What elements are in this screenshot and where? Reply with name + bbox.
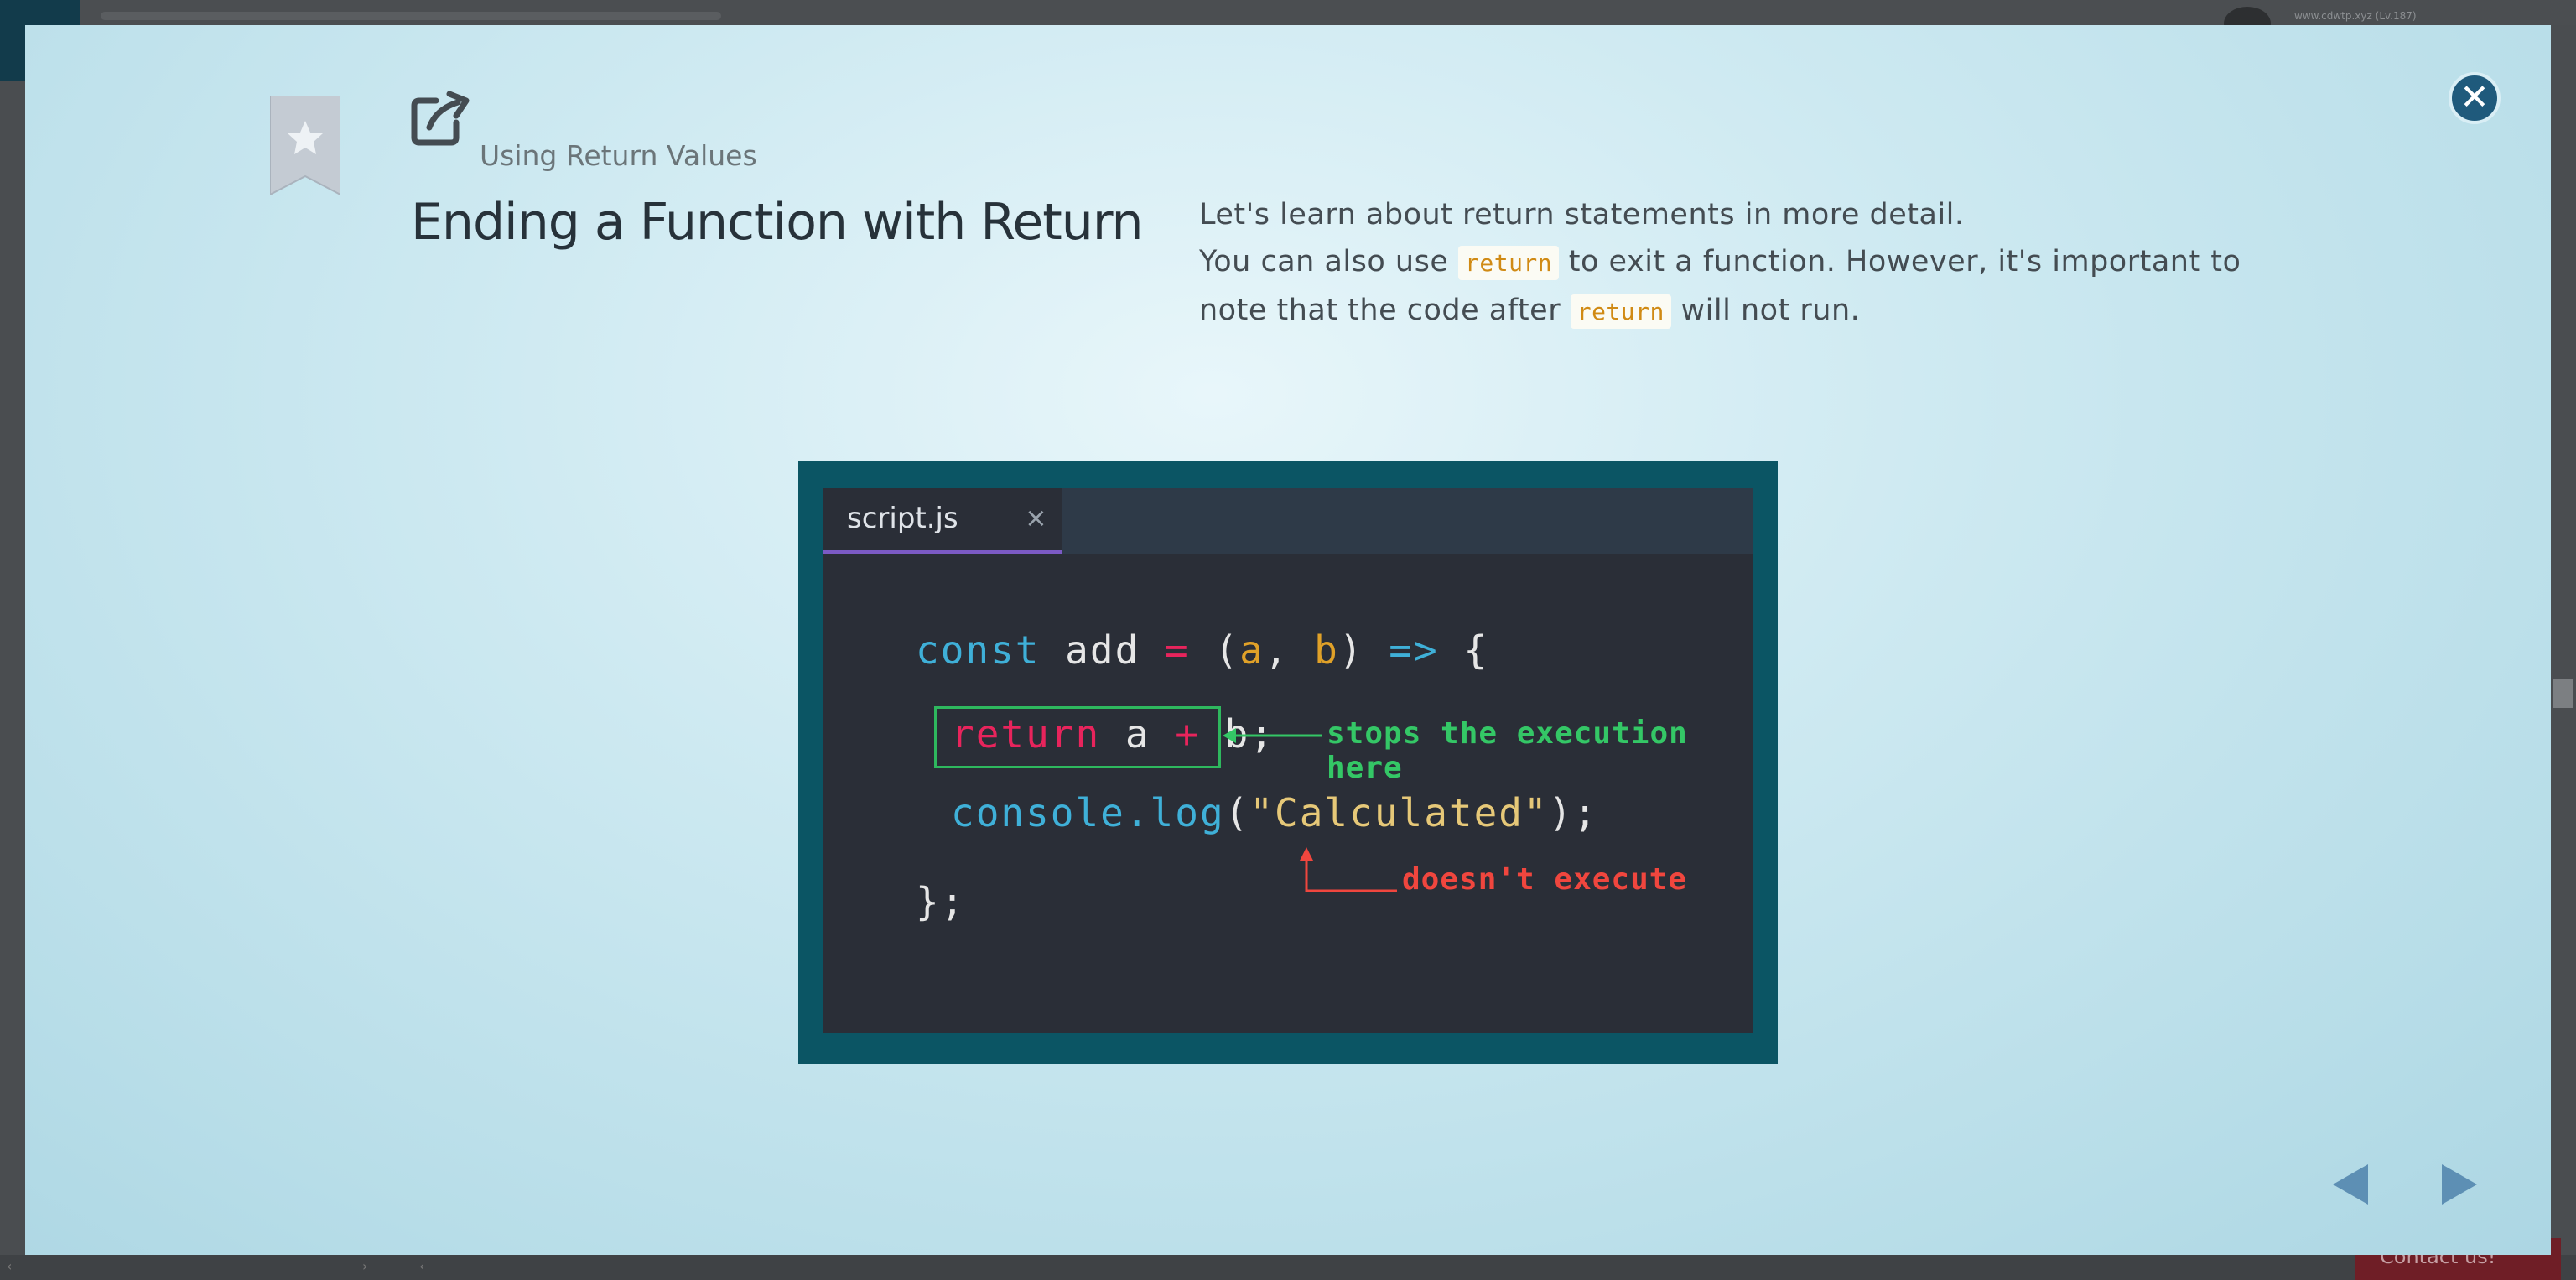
inline-code-return: return bbox=[1570, 294, 1671, 329]
code-punct: , bbox=[1264, 627, 1315, 673]
editor-tab-bar: script.js × bbox=[823, 488, 1753, 554]
code-editor: script.js × const add = (a, b) => { retu… bbox=[823, 488, 1753, 1033]
code-punct: ); bbox=[1548, 790, 1599, 835]
description-line-2: You can also use return to exit a functi… bbox=[1199, 238, 2314, 287]
description-text: You can also use bbox=[1199, 245, 1449, 278]
code-call: console.log bbox=[951, 790, 1225, 835]
inline-code-return: return bbox=[1458, 246, 1560, 280]
tab-close-icon: × bbox=[1025, 502, 1047, 533]
description-text: to exit a function. However, it's import… bbox=[1568, 245, 2241, 278]
editor-tab: script.js × bbox=[823, 488, 1062, 554]
code-punct: { bbox=[1438, 627, 1489, 673]
code-illustration: script.js × const add = (a, b) => { retu… bbox=[798, 461, 1778, 1064]
lesson-title: Ending a Function with Return bbox=[411, 193, 1143, 252]
description-text: will not run. bbox=[1680, 294, 1861, 327]
description-text: note that the code after bbox=[1199, 294, 1561, 327]
code-string: "Calculated" bbox=[1249, 790, 1549, 835]
code-line-1: const add = (a, b) => { bbox=[916, 627, 1488, 673]
background-footer bbox=[0, 1255, 2576, 1280]
lesson-modal: Using Return Values Ending a Function wi… bbox=[25, 25, 2551, 1255]
arrow-left-icon[interactable] bbox=[2329, 1159, 2380, 1210]
code-operator: + bbox=[1175, 711, 1200, 757]
code-keyword: const bbox=[916, 627, 1041, 673]
code-arrow: => bbox=[1389, 627, 1439, 673]
lesson-description: Let's learn about return statements in m… bbox=[1199, 191, 2314, 336]
editor-tab-label: script.js bbox=[847, 502, 958, 535]
background-user-label: www.cdwtp.xyz (Lv.187) bbox=[2294, 10, 2417, 22]
code-param: a bbox=[1239, 627, 1265, 673]
green-arrow bbox=[1223, 728, 1322, 743]
red-arrow bbox=[1300, 847, 1397, 892]
description-line-3: note that the code after return will not… bbox=[1199, 287, 2314, 336]
code-keyword: return bbox=[951, 711, 1101, 757]
star-bookmark-icon[interactable] bbox=[270, 96, 340, 195]
background-scroll-left-icon-2: ‹ bbox=[419, 1258, 425, 1274]
code-identifier: add bbox=[1040, 627, 1165, 673]
close-icon: ✕ bbox=[2459, 76, 2490, 117]
annotation-not-executed: doesn't execute bbox=[1402, 862, 1688, 897]
background-scroll-left-icon: ‹ bbox=[7, 1258, 13, 1274]
description-line-1: Let's learn about return statements in m… bbox=[1199, 198, 1965, 232]
background-scrollbar bbox=[2553, 679, 2573, 708]
code-operator: = bbox=[1164, 627, 1190, 673]
close-button[interactable]: ✕ bbox=[2449, 72, 2501, 124]
code-punct: ) bbox=[1338, 627, 1389, 673]
code-punct: ( bbox=[1224, 790, 1250, 835]
lesson-subtitle: Using Return Values bbox=[480, 139, 757, 172]
code-line-3: console.log("Calculated"); bbox=[951, 790, 1598, 835]
arrow-right-icon[interactable] bbox=[2430, 1159, 2480, 1210]
annotation-stops-execution: stops the execution here bbox=[1327, 716, 1688, 785]
code-param: b bbox=[1314, 627, 1339, 673]
background-search-bar bbox=[101, 12, 721, 20]
code-punct: ( bbox=[1189, 627, 1240, 673]
code-line-4: }; bbox=[916, 879, 966, 924]
background-scroll-right-icon: › bbox=[362, 1258, 368, 1274]
external-link-icon[interactable] bbox=[411, 91, 470, 146]
code-identifier: a bbox=[1100, 711, 1176, 757]
